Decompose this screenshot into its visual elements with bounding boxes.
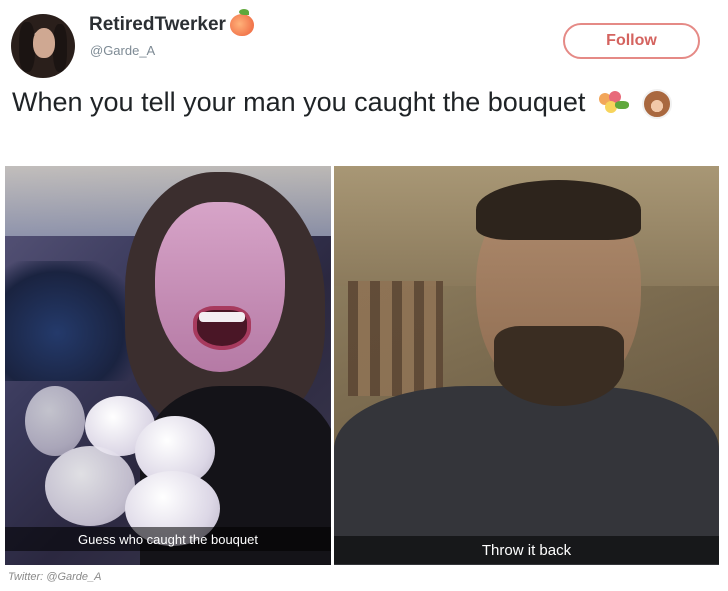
avatar-face bbox=[33, 28, 55, 58]
woman-teeth bbox=[199, 312, 245, 322]
follow-button[interactable]: Follow bbox=[563, 23, 700, 59]
user-handle[interactable]: @Garde_A bbox=[90, 43, 155, 58]
avatar-hair-right bbox=[53, 24, 67, 72]
photo-left[interactable] bbox=[5, 166, 331, 565]
flower bbox=[25, 386, 85, 456]
man-beard bbox=[494, 326, 624, 406]
photo-right[interactable] bbox=[334, 166, 719, 565]
avatar[interactable] bbox=[11, 14, 75, 78]
crowd bbox=[5, 261, 135, 381]
display-name[interactable]: RetiredTwerker bbox=[89, 9, 254, 36]
tweet-text-content: When you tell your man you caught the bo… bbox=[12, 87, 586, 117]
tweet-text: When you tell your man you caught the bo… bbox=[12, 83, 712, 121]
bride-icon bbox=[642, 88, 673, 119]
tweet-card: RetiredTwerker @Garde_A Follow When you … bbox=[0, 0, 728, 591]
caption-right: Throw it back bbox=[334, 536, 719, 564]
caption-left: Guess who caught the bouquet bbox=[5, 527, 331, 551]
credit-text: Twitter: @Garde_A bbox=[8, 571, 102, 583]
man-hair bbox=[476, 180, 641, 240]
flower bbox=[45, 446, 135, 526]
curtain bbox=[348, 281, 443, 396]
display-name-text: RetiredTwerker bbox=[89, 14, 226, 35]
bouquet-flowers bbox=[25, 376, 255, 546]
bouquet-icon bbox=[597, 89, 631, 119]
peach-icon bbox=[229, 9, 254, 36]
